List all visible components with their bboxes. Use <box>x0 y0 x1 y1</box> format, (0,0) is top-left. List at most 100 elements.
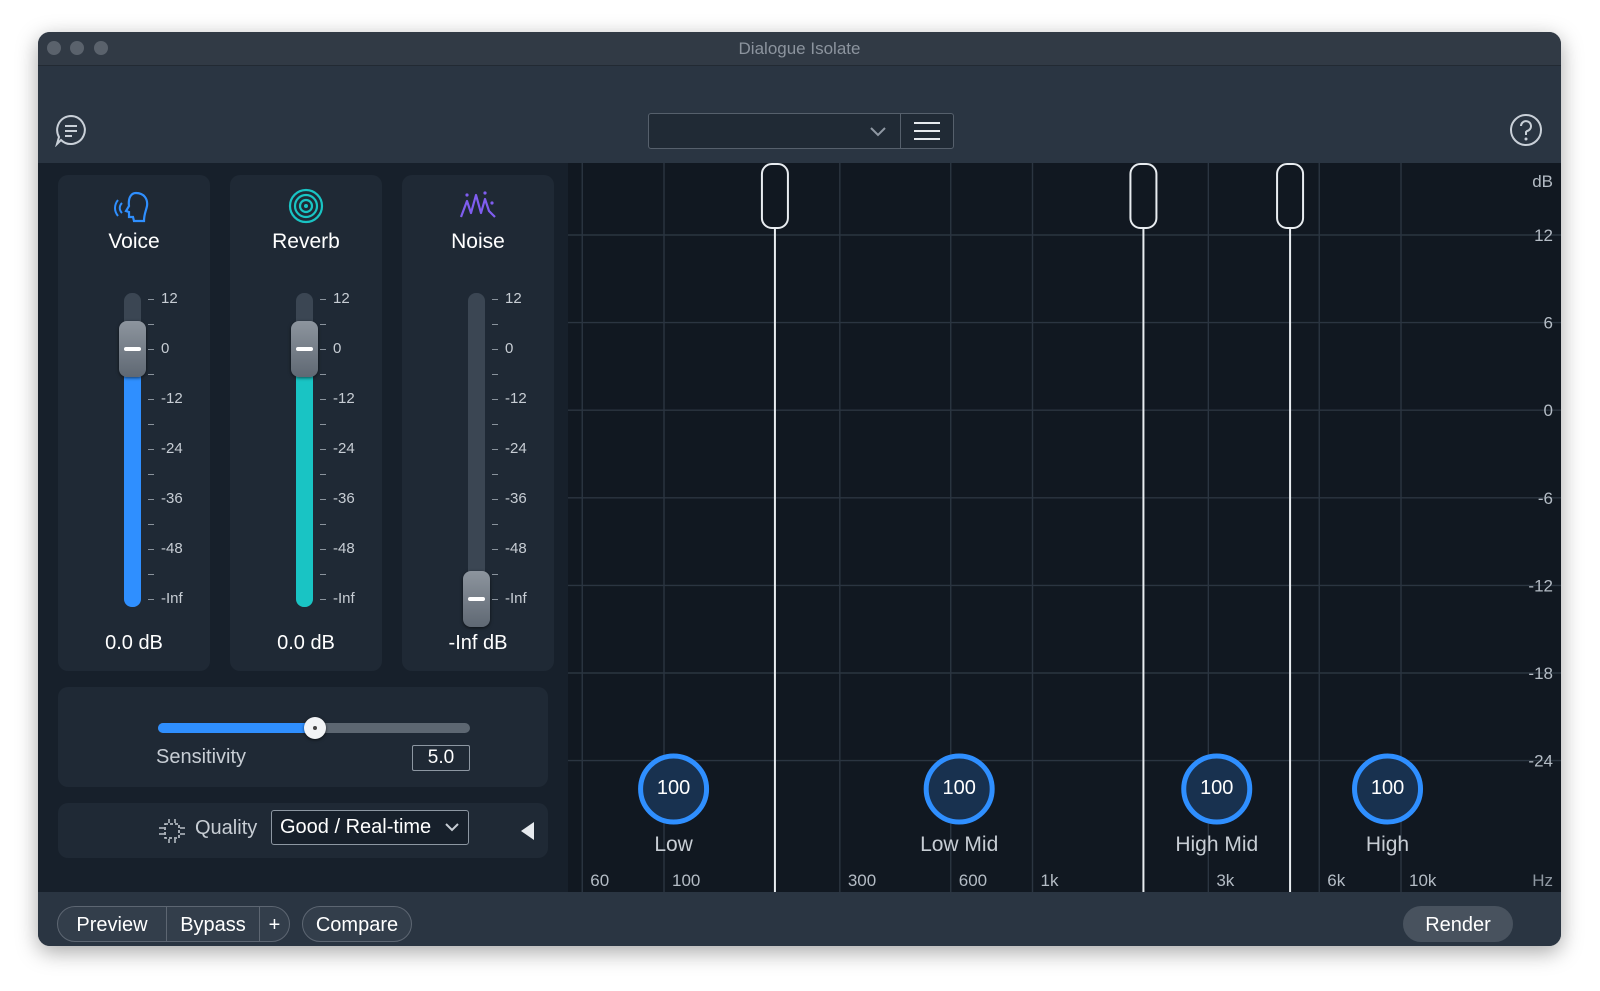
scale-tick-minor <box>148 524 154 525</box>
scale-label: -24 <box>505 440 527 457</box>
quality-selected: Good / Real-time <box>280 816 432 838</box>
scale-label: -48 <box>333 540 355 557</box>
noise-fader-track[interactable] <box>468 293 485 607</box>
reverb-fader-scale: 12 0 -12 -24 -36 -48 -Inf <box>320 290 380 613</box>
voice-module: Voice 12 0 -12 -24 -36 -48 -Inf 0.0 dB <box>58 175 210 671</box>
frequency-band-graph[interactable]: 12 6 0 -6 -12 -18 -24 dB 60 100 300 600 1k 3k 6k 10k Hz … <box>568 163 1561 892</box>
scale-tick <box>492 599 498 600</box>
noise-value[interactable]: -Inf dB <box>402 632 554 655</box>
scale-label: -12 <box>505 390 527 407</box>
scale-tick-minor <box>492 474 498 475</box>
voice-label: Voice <box>108 230 160 253</box>
band-amount-value: 100 <box>656 777 691 799</box>
band-amount-value: 100 <box>1200 777 1234 799</box>
voice-fader-fill <box>124 346 141 607</box>
scale-tick <box>148 349 154 350</box>
sensitivity-slider-fill <box>158 723 314 733</box>
voice-fader-scale: 12 0 -12 -24 -36 -48 -Inf <box>148 290 208 613</box>
scale-tick-minor <box>492 324 498 325</box>
quality-dropdown[interactable]: Good / Real-time <box>271 810 469 845</box>
scale-label: 0 <box>505 340 514 357</box>
reverb-label: Reverb <box>272 230 340 253</box>
render-button[interactable]: Render <box>1403 906 1513 942</box>
scale-label: -Inf <box>505 590 527 607</box>
scale-tick-minor <box>148 574 154 575</box>
quality-panel: Quality Good / Real-time <box>58 803 548 858</box>
scale-tick <box>148 449 154 450</box>
chevron-down-icon <box>870 127 886 137</box>
scale-tick-minor <box>492 524 498 525</box>
compare-button[interactable]: Compare <box>302 906 412 942</box>
scale-tick <box>320 449 326 450</box>
reverb-fader-thumb[interactable] <box>291 321 318 377</box>
band-amount-value: 100 <box>1370 777 1405 799</box>
toolbar <box>38 66 1561 163</box>
sensitivity-value-field[interactable]: 5.0 <box>412 745 470 771</box>
scale-tick <box>148 549 154 550</box>
scale-label: -12 <box>333 390 355 407</box>
triangle-left-icon <box>521 822 534 840</box>
voice-value[interactable]: 0.0 dB <box>58 632 210 655</box>
reverb-rings-icon <box>288 188 324 224</box>
hamburger-menu-icon <box>914 122 940 140</box>
scale-tick <box>492 349 498 350</box>
noise-label: Noise <box>451 230 505 253</box>
scale-tick-minor <box>492 424 498 425</box>
scale-tick <box>148 399 154 400</box>
scale-tick <box>320 549 326 550</box>
scale-tick-minor <box>492 574 498 575</box>
voice-fader-thumb[interactable] <box>119 321 146 377</box>
scale-label: 12 <box>505 290 522 307</box>
scale-label: -48 <box>505 540 527 557</box>
scale-label: -24 <box>161 440 183 457</box>
scale-tick-minor <box>320 324 326 325</box>
scale-tick <box>320 499 326 500</box>
chevron-down-icon <box>445 823 459 832</box>
scale-tick <box>320 599 326 600</box>
scale-label: 12 <box>161 290 178 307</box>
scale-tick-minor <box>148 374 154 375</box>
scale-label: -36 <box>161 490 183 507</box>
question-circle-icon[interactable] <box>1509 113 1543 147</box>
scale-label: 0 <box>161 340 170 357</box>
scale-tick-minor <box>148 424 154 425</box>
scale-tick <box>492 499 498 500</box>
scale-tick-minor <box>320 424 326 425</box>
sensitivity-slider-thumb[interactable] <box>304 717 326 739</box>
reverb-module: Reverb 12 0 -12 -24 -36 -48 -Inf 0.0 dB <box>230 175 382 671</box>
scale-label: 12 <box>333 290 350 307</box>
scale-tick-minor <box>148 474 154 475</box>
scale-tick <box>492 549 498 550</box>
scale-label: -Inf <box>333 590 355 607</box>
preset-dropdown[interactable] <box>648 113 902 149</box>
voice-head-icon <box>114 191 149 223</box>
reverb-value[interactable]: 0.0 dB <box>230 632 382 655</box>
chat-bubble-icon[interactable] <box>54 113 88 148</box>
add-bypass-button[interactable]: + <box>259 906 290 942</box>
noise-fader-thumb[interactable] <box>463 571 490 627</box>
collapse-panel-button[interactable] <box>510 803 548 858</box>
scale-tick <box>148 599 154 600</box>
scale-tick <box>492 299 498 300</box>
quality-label: Quality <box>195 817 258 839</box>
scale-label: 0 <box>333 340 342 357</box>
sensitivity-slider-track[interactable] <box>158 717 470 739</box>
bypass-button[interactable]: Bypass <box>166 906 260 942</box>
scale-tick-minor <box>320 374 326 375</box>
noise-fader-scale: 12 0 -12 -24 -36 -48 -Inf <box>492 290 552 613</box>
band-label: High <box>1365 833 1410 856</box>
scale-tick <box>148 499 154 500</box>
scale-label: -12 <box>161 390 183 407</box>
preview-button[interactable]: Preview <box>57 906 167 942</box>
reverb-fader-fill <box>296 346 313 607</box>
scale-tick <box>320 399 326 400</box>
scale-label: -36 <box>505 490 527 507</box>
scale-tick-minor <box>320 524 326 525</box>
band-label: Low <box>654 833 693 856</box>
scale-label: -36 <box>333 490 355 507</box>
preset-menu-button[interactable] <box>900 113 954 149</box>
scale-tick-minor <box>148 324 154 325</box>
scale-tick <box>148 299 154 300</box>
noise-waveform-icon <box>459 191 496 218</box>
scale-tick-minor <box>320 574 326 575</box>
